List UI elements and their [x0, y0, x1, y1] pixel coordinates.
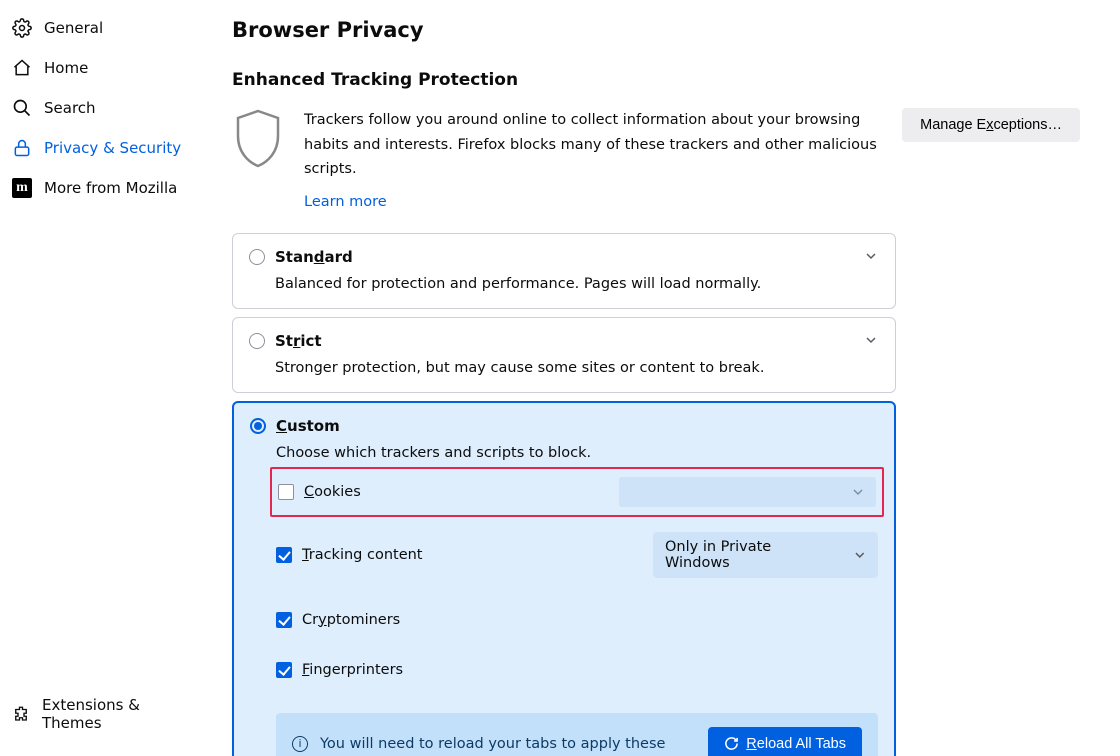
checkbox-tracking[interactable]: [276, 547, 292, 563]
tracking-label: Tracking content: [302, 547, 643, 563]
cookies-label: Cookies: [304, 484, 549, 500]
gear-icon: [12, 18, 32, 38]
option-standard[interactable]: Standard Balanced for protection and per…: [232, 233, 896, 309]
reload-banner: i You will need to reload your tabs to a…: [276, 713, 878, 756]
sidebar-item-general[interactable]: General: [0, 8, 200, 48]
search-icon: [12, 98, 32, 118]
reload-text: You will need to reload your tabs to app…: [320, 736, 696, 752]
fingerprinters-row: Fingerprinters: [276, 645, 878, 695]
sidebar-item-mozilla[interactable]: m More from Mozilla: [0, 168, 200, 208]
info-icon: i: [292, 736, 308, 752]
option-desc: Balanced for protection and performance.…: [275, 276, 879, 292]
option-custom[interactable]: Custom Choose which trackers and scripts…: [232, 401, 896, 756]
option-desc: Choose which trackers and scripts to blo…: [276, 445, 878, 461]
finger-label: Fingerprinters: [302, 662, 878, 678]
shield-icon: [232, 108, 284, 170]
chevron-down-icon: [865, 334, 877, 346]
sidebar-item-extensions[interactable]: Extensions & Themes: [0, 686, 200, 742]
sidebar-item-home[interactable]: Home: [0, 48, 200, 88]
reload-icon: [724, 736, 739, 751]
tracking-content-row: Tracking content Only in Private Windows: [276, 515, 878, 595]
sidebar-item-label: Search: [44, 99, 96, 117]
radio-strict[interactable]: [249, 333, 265, 349]
learn-more-link[interactable]: Learn more: [304, 190, 387, 215]
option-title: Custom: [276, 417, 340, 435]
option-title: Standard: [275, 248, 353, 266]
puzzle-icon: [12, 704, 30, 724]
manage-exceptions-button[interactable]: Manage Exceptions…: [902, 108, 1080, 142]
tracking-description: Trackers follow you around online to col…: [304, 108, 882, 215]
sidebar-item-label: More from Mozilla: [44, 179, 177, 197]
checkbox-finger[interactable]: [276, 662, 292, 678]
crypto-label: Cryptominers: [302, 612, 878, 628]
section-title: Enhanced Tracking Protection: [232, 70, 1080, 90]
cookies-dropdown[interactable]: [619, 477, 876, 507]
option-title: Strict: [275, 332, 322, 350]
reload-all-tabs-button[interactable]: Reload All Tabs: [708, 727, 862, 756]
mozilla-icon: m: [12, 178, 32, 198]
sidebar-item-label: Privacy & Security: [44, 139, 181, 157]
home-icon: [12, 58, 32, 78]
radio-custom[interactable]: [250, 418, 266, 434]
sidebar-item-label: Extensions & Themes: [42, 696, 188, 732]
lock-icon: [12, 138, 32, 158]
sidebar-item-search[interactable]: Search: [0, 88, 200, 128]
option-strict[interactable]: Strict Stronger protection, but may caus…: [232, 317, 896, 393]
cryptominers-row: Cryptominers: [276, 595, 878, 645]
tracking-dropdown[interactable]: Only in Private Windows: [653, 532, 878, 578]
sidebar-item-label: Home: [44, 59, 88, 77]
sidebar-item-label: General: [44, 19, 103, 37]
chevron-down-icon: [865, 250, 877, 262]
cookies-row-highlight: Cookies: [270, 467, 884, 517]
checkbox-crypto[interactable]: [276, 612, 292, 628]
option-desc: Stronger protection, but may cause some …: [275, 360, 879, 376]
page-title: Browser Privacy: [232, 18, 1080, 42]
radio-standard[interactable]: [249, 249, 265, 265]
sidebar-item-privacy[interactable]: Privacy & Security: [0, 128, 200, 168]
checkbox-cookies[interactable]: [278, 484, 294, 500]
